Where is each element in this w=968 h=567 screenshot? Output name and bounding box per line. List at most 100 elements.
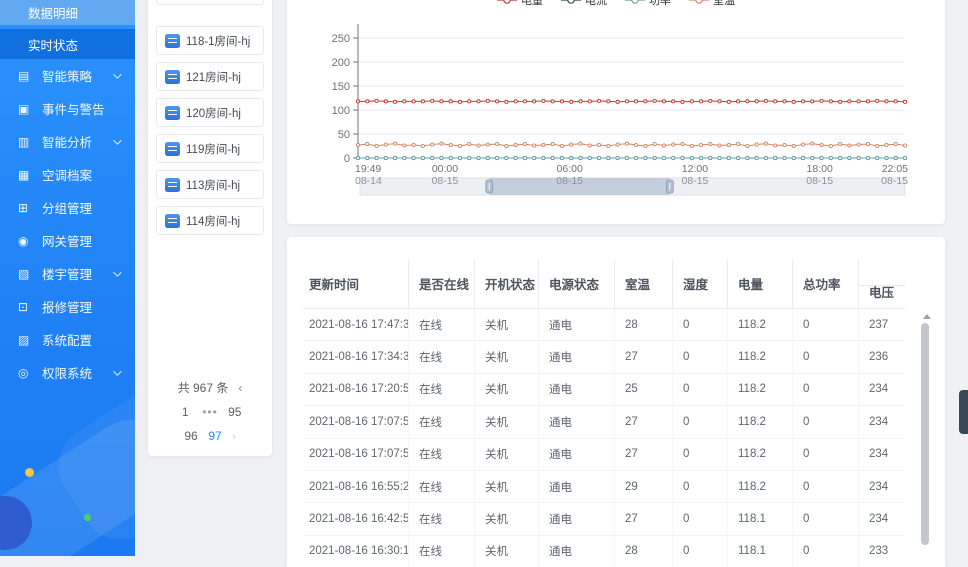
series-point	[755, 143, 758, 146]
sidebar-item-系统配置[interactable]: ▨系统配置	[0, 323, 135, 356]
sidebar-item-楼宇管理[interactable]: ▧楼宇管理	[0, 257, 135, 290]
series-point	[514, 143, 517, 146]
prev-page-button[interactable]: ‹	[238, 376, 242, 400]
series-point	[514, 156, 517, 159]
table-cell: 27	[615, 439, 673, 470]
sidebar-item-事件与警告[interactable]: ▣事件与警告	[0, 92, 135, 125]
table-cell: 118.2	[728, 309, 793, 340]
column-header-电源状态: 电源状态	[539, 259, 615, 308]
series-point	[570, 143, 573, 146]
sidebar-item-label: 报修管理	[42, 297, 92, 316]
table-cell: 0	[793, 341, 859, 372]
series-point	[635, 156, 638, 159]
series-point	[903, 144, 906, 147]
table-cell: 关机	[475, 374, 539, 405]
table-scroll-up-icon[interactable]	[923, 314, 931, 319]
event-alert-icon: ▣	[18, 102, 33, 116]
air-conditioner-icon	[165, 142, 180, 156]
gateway-icon: ◉	[18, 234, 33, 248]
series-point	[727, 143, 730, 146]
sidebar-item-label: 网关管理	[42, 231, 92, 250]
table-cell: 0	[793, 309, 859, 340]
page-button-95[interactable]: 95	[228, 400, 242, 424]
sidebar-subitem-label: 数据明细	[28, 3, 78, 22]
table-cell: 0	[793, 471, 859, 502]
sidebar-item-权限系统[interactable]: ◎权限系统	[0, 356, 135, 389]
floating-toolbar-handle[interactable]	[959, 390, 968, 434]
sidebar-item-智能分析[interactable]: ▥智能分析	[0, 125, 135, 158]
sidebar-item-智能策略[interactable]: ▤智能策略	[0, 59, 135, 92]
table-row[interactable]: 2021-08-16 17:47:34在线关机通电280118.20237	[303, 309, 905, 341]
table-row[interactable]: 2021-08-16 17:34:37在线关机通电270118.20236	[303, 341, 905, 373]
table-row[interactable]: 2021-08-16 17:20:57在线关机通电250118.20234	[303, 374, 905, 406]
series-point	[718, 100, 721, 103]
series-point	[876, 99, 879, 102]
legend-marker	[625, 0, 645, 5]
table-row[interactable]: 2021-08-16 16:42:54在线关机通电270118.10234	[303, 503, 905, 535]
series-point	[533, 100, 536, 103]
table-cell: 在线	[409, 406, 475, 437]
table-row[interactable]: 2021-08-16 17:07:59在线关机通电270118.20234	[303, 406, 905, 438]
y-tick-label: 200	[332, 57, 350, 69]
table-scrollbar[interactable]	[921, 323, 929, 545]
series-point	[699, 143, 702, 146]
sidebar-subitem-实时状态[interactable]: 实时状态	[0, 29, 135, 59]
sidebar-item-label: 分组管理	[42, 198, 92, 217]
sidebar-item-空调档案[interactable]: ▦空调档案	[0, 158, 135, 191]
series-point	[709, 156, 712, 159]
series-point	[495, 156, 498, 159]
column-header-湿度: 湿度	[673, 259, 728, 308]
series-point	[755, 100, 758, 103]
legend-item-室温[interactable]: 室温	[689, 0, 735, 8]
table-cell: 0	[793, 536, 859, 567]
series-point	[894, 100, 897, 103]
table-cell: 27	[615, 503, 673, 534]
legend-item-电流[interactable]: 电流	[561, 0, 607, 8]
table-cell: 通电	[539, 439, 615, 470]
series-point	[746, 100, 749, 103]
series-point	[366, 142, 369, 145]
x-tick-time: 18:00	[807, 163, 833, 175]
sidebar-subitem-label: 实时状态	[28, 35, 78, 54]
table-cell: 关机	[475, 439, 539, 470]
page-button-96[interactable]: 96	[184, 424, 198, 448]
room-list-item[interactable]: 118-1房间-hj	[156, 26, 264, 55]
table-cell: 234	[859, 503, 905, 534]
room-list-item[interactable]: 119房间-hj	[156, 134, 264, 163]
series-point	[839, 142, 842, 145]
series-point	[857, 100, 860, 103]
current-page-button[interactable]: 97	[208, 424, 222, 448]
room-list-item[interactable]: 120房间-hj	[156, 98, 264, 127]
y-tick-label: 0	[344, 153, 350, 165]
page-button-1[interactable]: 1	[178, 400, 192, 424]
legend-item-功率[interactable]: 功率	[625, 0, 671, 8]
room-item-partial[interactable]	[156, 0, 264, 5]
room-list-item[interactable]: 113房间-hj	[156, 170, 264, 199]
sidebar-item-label: 智能策略	[42, 66, 92, 85]
series-point	[449, 156, 452, 159]
next-page-button[interactable]: ›	[232, 424, 236, 448]
line-chart[interactable]: 05010015020025019:4908-1400:0008-1506:00…	[287, 0, 945, 224]
sidebar-item-分组管理[interactable]: ⊞分组管理	[0, 191, 135, 224]
series-point	[866, 156, 869, 159]
series-point	[894, 156, 897, 159]
series-point	[486, 99, 489, 102]
table-row[interactable]: 2021-08-16 16:55:28在线关机通电290118.20234	[303, 471, 905, 503]
table-row[interactable]: 2021-08-16 17:07:58在线关机通电270118.20234	[303, 439, 905, 471]
y-tick-label: 50	[338, 129, 350, 141]
sidebar-subitem-数据明细[interactable]: 数据明细	[0, 0, 135, 25]
sidebar-item-报修管理[interactable]: ⊡报修管理	[0, 290, 135, 323]
legend-item-电量[interactable]: 电量	[497, 0, 543, 8]
sidebar-item-网关管理[interactable]: ◉ 网关管理	[0, 224, 135, 257]
table-cell: 2021-08-16 17:20:57	[303, 374, 409, 405]
pagination-total: 共 967 条	[178, 376, 229, 400]
table-row[interactable]: 2021-08-16 16:30:19在线关机通电280118.10233	[303, 536, 905, 567]
room-list-item[interactable]: 114房间-hj	[156, 206, 264, 235]
series-point	[876, 156, 879, 159]
table-cell: 2021-08-16 16:30:19	[303, 536, 409, 567]
series-point	[829, 156, 832, 159]
room-list-item[interactable]: 121房间-hj	[156, 62, 264, 91]
table-cell: 118.1	[728, 503, 793, 534]
series-point	[579, 100, 582, 103]
room-list-panel: 118-1房间-hj 121房间-hj 120房间-hj 119房间-hj 113房间-…	[148, 0, 272, 456]
